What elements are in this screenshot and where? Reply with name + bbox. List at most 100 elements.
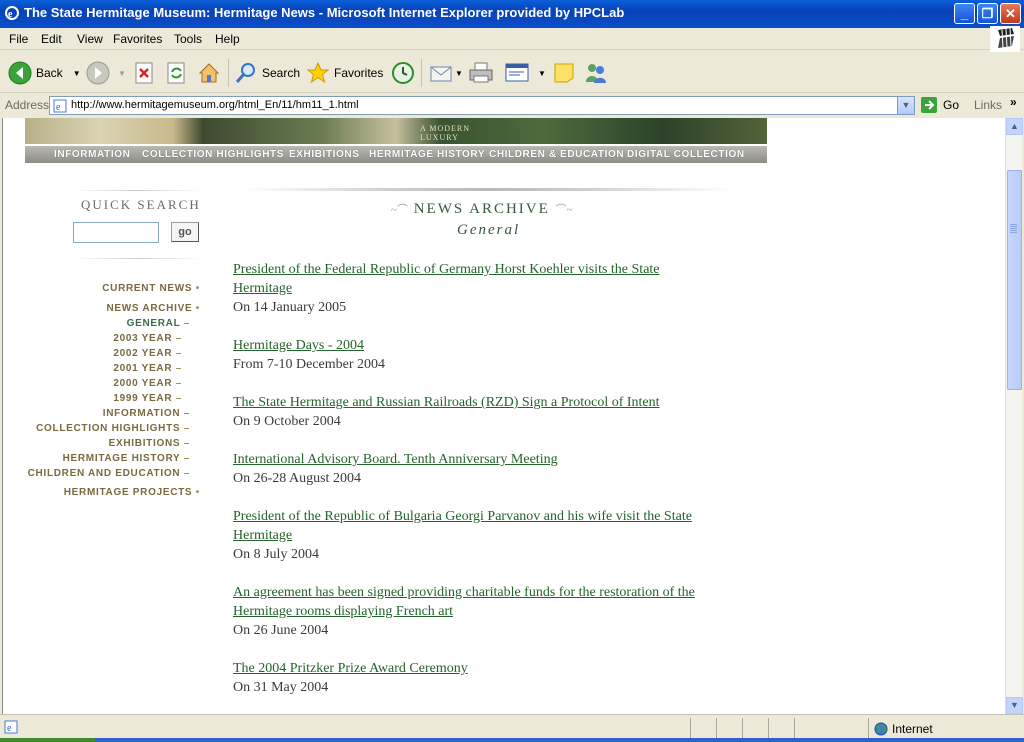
news-link[interactable]: International Advisory Board. Tenth Anni… [233, 450, 733, 469]
news-link[interactable]: The 2004 Pritzker Prize Award Ceremony [233, 659, 733, 678]
scroll-up-arrow-icon[interactable]: ▲ [1006, 118, 1023, 135]
back-arrow-icon [8, 61, 32, 85]
print-button[interactable] [468, 60, 494, 86]
left-nav-label: COLLECTION HIGHLIGHTS [36, 423, 181, 434]
bullet: – [183, 438, 190, 449]
left-nav-2002-year[interactable]: 2002 YEAR – [113, 348, 182, 359]
menu-bar: File Edit View Favorites Tools Help [0, 28, 1024, 50]
left-nav-general[interactable]: GENERAL – [127, 318, 190, 329]
news-item: The 2004 Pritzker Prize Award Ceremony O… [233, 659, 733, 697]
favorites-button[interactable]: Favorites [306, 60, 383, 86]
window-title: The State Hermitage Museum: Hermitage Ne… [24, 5, 625, 20]
left-nav-children-and-education[interactable]: CHILDREN AND EDUCATION – [28, 468, 190, 479]
page-status-icon: e [4, 720, 18, 734]
left-nav-hermitage-projects[interactable]: HERMITAGE PROJECTS • [64, 487, 200, 498]
minimize-button[interactable]: _ [954, 3, 975, 24]
bullet: – [183, 468, 190, 479]
search-button[interactable]: Search [234, 60, 300, 86]
scroll-down-arrow-icon[interactable]: ▼ [1006, 697, 1023, 714]
close-button[interactable]: ✕ [1000, 3, 1021, 24]
bullet: – [175, 363, 182, 374]
nav-children-education[interactable]: CHILDREN & EDUCATION [489, 149, 624, 160]
top-navigation: INFORMATION COLLECTION HIGHLIGHTS EXHIBI… [25, 146, 767, 163]
nav-exhibitions[interactable]: EXHIBITIONS [289, 149, 360, 160]
refresh-button[interactable] [166, 60, 188, 86]
banner-text-line: LUXURY [420, 133, 459, 142]
status-divider [742, 718, 743, 738]
left-nav-hermitage-history[interactable]: HERMITAGE HISTORY – [63, 453, 190, 464]
bullet: • [195, 303, 200, 314]
edit-dropdown-icon[interactable]: ▼ [538, 69, 546, 78]
left-nav-exhibitions[interactable]: EXHIBITIONS – [109, 438, 190, 449]
vertical-scrollbar[interactable]: ▲ ▼ [1005, 118, 1023, 714]
news-link[interactable]: Hermitage [233, 279, 733, 298]
news-item: International Advisory Board. Tenth Anni… [233, 450, 733, 488]
mail-icon [430, 66, 452, 82]
news-link[interactable]: Hermitage Days - 2004 [233, 336, 733, 355]
left-nav-news-archive[interactable]: NEWS ARCHIVE • [107, 303, 201, 314]
history-button[interactable] [391, 60, 415, 86]
page-icon: e [53, 99, 67, 113]
menu-favorites[interactable]: Favorites [113, 32, 162, 46]
taskbar-edge [0, 738, 1024, 742]
menu-help[interactable]: Help [215, 32, 240, 46]
svg-text:e: e [56, 102, 61, 113]
left-nav-information[interactable]: INFORMATION – [103, 408, 190, 419]
nav-information[interactable]: INFORMATION [54, 149, 130, 160]
left-nav-collection-highlights[interactable]: COLLECTION HIGHLIGHTS – [36, 423, 190, 434]
news-date: On 8 July 2004 [233, 547, 319, 562]
search-icon [235, 63, 255, 83]
status-divider [690, 718, 691, 738]
nav-digital-collection[interactable]: DIGITAL COLLECTION [627, 149, 745, 160]
discuss-button[interactable] [552, 60, 576, 86]
news-link[interactable]: Hermitage [233, 526, 733, 545]
mail-dropdown-icon[interactable]: ▼ [455, 69, 463, 78]
toolbar: Back ▼ ▼ Search Favorites ▼ ▼ [0, 51, 1024, 93]
globe-icon [874, 722, 888, 736]
address-input[interactable]: e http://www.hermitagemuseum.org/html_En… [49, 96, 915, 115]
news-link[interactable]: President of the Republic of Bulgaria Ge… [233, 507, 733, 526]
quick-search-go-button[interactable]: go [171, 222, 199, 242]
left-nav-label: 2000 YEAR [113, 378, 173, 389]
maximize-button[interactable]: ❐ [977, 3, 998, 24]
left-nav-1999-year[interactable]: 1999 YEAR – [113, 393, 182, 404]
forward-button[interactable]: ▼ [86, 60, 126, 86]
left-nav-label: HERMITAGE HISTORY [62, 453, 181, 464]
menu-edit[interactable]: Edit [41, 32, 62, 46]
nav-hermitage-history[interactable]: HERMITAGE HISTORY [369, 149, 485, 160]
menu-tools[interactable]: Tools [174, 32, 202, 46]
nav-collection-highlights[interactable]: COLLECTION HIGHLIGHTS [142, 149, 284, 160]
links-chevron-icon[interactable]: » [1010, 95, 1017, 109]
edit-button[interactable]: ▼ [504, 60, 546, 86]
news-link[interactable]: The State Hermitage and Russian Railroad… [233, 393, 733, 412]
menu-view[interactable]: View [77, 32, 103, 46]
left-nav-2003-year[interactable]: 2003 YEAR – [113, 333, 182, 344]
address-dropdown-icon[interactable]: ▼ [897, 97, 914, 114]
archive-subtitle: General [457, 222, 521, 238]
address-label: Address [5, 98, 50, 112]
left-nav-2000-year[interactable]: 2000 YEAR – [113, 378, 182, 389]
mail-button[interactable]: ▼ [429, 60, 463, 86]
left-nav-2001-year[interactable]: 2001 YEAR – [113, 363, 182, 374]
left-nav-current-news[interactable]: CURRENT NEWS • [102, 283, 200, 294]
home-button[interactable] [197, 60, 221, 86]
search-label: Search [262, 66, 301, 80]
go-button[interactable]: Go [920, 96, 959, 114]
back-button[interactable]: Back ▼ [8, 60, 81, 86]
browser-window: e The State Hermitage Museum: Hermitage … [0, 0, 1024, 742]
home-icon [198, 63, 220, 83]
links-label[interactable]: Links [974, 98, 1002, 112]
news-link[interactable]: An agreement has been signed providing c… [233, 583, 733, 602]
menu-file[interactable]: File [9, 32, 28, 46]
messenger-button[interactable] [584, 60, 608, 86]
back-dropdown-icon[interactable]: ▼ [73, 69, 81, 78]
news-link[interactable]: President of the Federal Republic of Ger… [233, 260, 733, 279]
scroll-thumb[interactable] [1007, 170, 1022, 390]
banner-text-line: A MODERN [420, 124, 471, 133]
forward-dropdown-icon[interactable]: ▼ [118, 69, 126, 78]
status-divider [794, 718, 795, 738]
quick-search-input[interactable] [73, 222, 159, 243]
news-date: On 14 January 2005 [233, 300, 347, 315]
stop-button[interactable] [134, 60, 156, 86]
news-link[interactable]: Hermitage rooms displaying French art [233, 602, 733, 621]
